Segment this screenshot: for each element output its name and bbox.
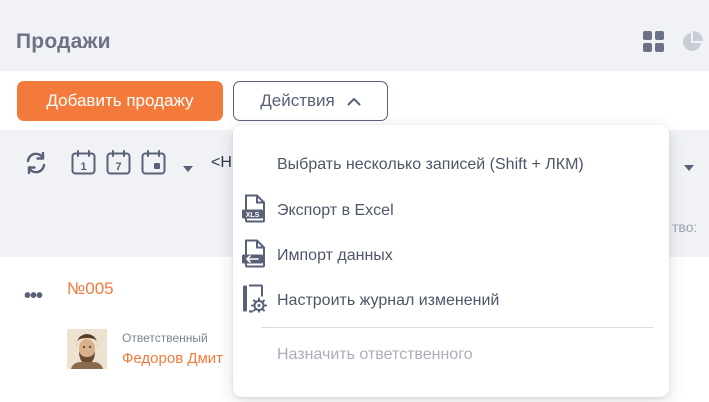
- file-import-icon: [241, 239, 267, 273]
- filter-caret-icon[interactable]: [684, 158, 694, 176]
- journal-settings-icon: [241, 284, 267, 318]
- menu-item-label: Настроить журнал изменений: [277, 292, 500, 309]
- actions-button-label: Действия: [260, 91, 335, 110]
- menu-item-select-multiple[interactable]: Выбрать несколько записей (Shift + ЛКМ): [233, 145, 669, 185]
- page-title: Продажи: [16, 30, 111, 53]
- actions-dropdown-menu: Выбрать несколько записей (Shift + ЛКМ) …: [233, 125, 669, 397]
- refresh-icon[interactable]: [24, 151, 48, 180]
- menu-divider: [261, 327, 653, 328]
- menu-item-label: Экспорт в Excel: [277, 202, 394, 219]
- calendar-day-text: 1: [80, 161, 86, 173]
- date-range-text[interactable]: <Н: [211, 154, 232, 172]
- menu-item-import-data[interactable]: Импорт данных: [233, 236, 669, 276]
- record-number-link[interactable]: №005: [67, 279, 114, 299]
- xls-file-icon: XLS: [241, 194, 267, 228]
- menu-item-label: Выбрать несколько записей (Shift + ЛКМ): [277, 156, 584, 173]
- add-sale-button[interactable]: Добавить продажу: [17, 81, 223, 121]
- menu-item-change-log-settings[interactable]: Настроить журнал изменений: [233, 281, 669, 321]
- actions-button[interactable]: Действия: [233, 81, 388, 121]
- avatar: [67, 329, 107, 369]
- period-caret-icon[interactable]: [183, 159, 193, 177]
- calendar-week-icon[interactable]: 7: [106, 150, 131, 180]
- menu-item-assign-responsible: Назначить ответственного: [233, 335, 669, 375]
- chevron-up-icon: [347, 91, 361, 111]
- svg-text:XLS: XLS: [246, 212, 260, 219]
- calendar-day-icon[interactable]: 1: [71, 150, 96, 180]
- responsible-name-link[interactable]: Федоров Дмит: [122, 350, 223, 367]
- calendar-month-icon[interactable]: [141, 150, 166, 180]
- menu-item-export-excel[interactable]: XLS Экспорт в Excel: [233, 191, 669, 231]
- grid-view-icon[interactable]: [643, 31, 664, 58]
- view-switcher: [643, 31, 703, 58]
- row-menu-icon[interactable]: •••: [24, 285, 43, 308]
- responsible-label: Ответственный: [122, 331, 208, 345]
- chart-view-icon[interactable]: [681, 31, 703, 58]
- calendar-week-text: 7: [115, 161, 121, 173]
- toolbar: Добавить продажу Действия: [0, 71, 709, 130]
- menu-item-label: Импорт данных: [277, 247, 393, 264]
- quantity-label: тво:: [672, 219, 698, 235]
- menu-item-label: Назначить ответственного: [277, 346, 473, 363]
